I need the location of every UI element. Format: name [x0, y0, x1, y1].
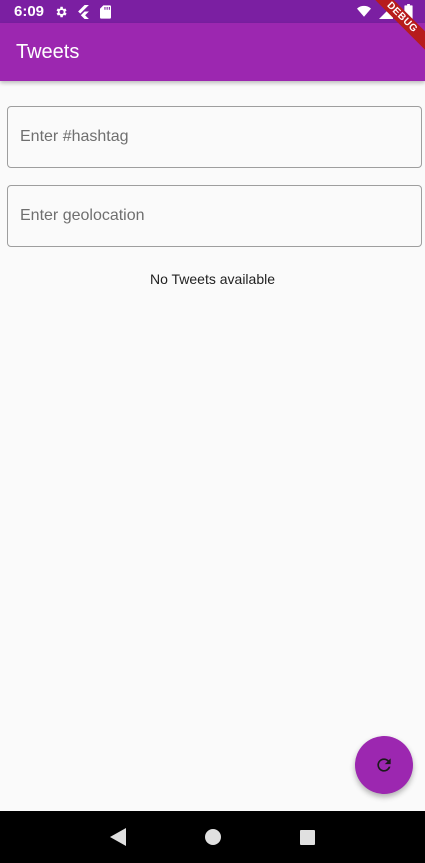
settings-icon [54, 5, 68, 19]
signal-icon [379, 4, 393, 19]
sd-card-icon [98, 4, 112, 19]
back-icon [109, 828, 126, 846]
wifi-icon [357, 5, 371, 19]
home-icon [204, 829, 221, 845]
battery-icon [401, 4, 415, 19]
back-button[interactable] [103, 822, 133, 852]
system-nav-bar [0, 811, 425, 863]
status-bar: 6:09 [0, 0, 425, 23]
refresh-icon [374, 755, 394, 775]
hashtag-input[interactable] [8, 107, 421, 167]
app-bar: Tweets [0, 23, 425, 81]
home-button[interactable] [198, 822, 228, 852]
geolocation-field[interactable] [7, 185, 422, 247]
refresh-button[interactable] [355, 736, 413, 794]
recents-button[interactable] [293, 822, 323, 852]
geolocation-input[interactable] [8, 186, 421, 246]
hashtag-field[interactable] [7, 106, 422, 168]
status-time: 6:09 [14, 3, 45, 20]
page-title: Tweets [16, 40, 80, 63]
recents-icon [300, 829, 315, 845]
empty-state-message: No Tweets available [149, 271, 276, 287]
flutter-icon [76, 4, 90, 19]
